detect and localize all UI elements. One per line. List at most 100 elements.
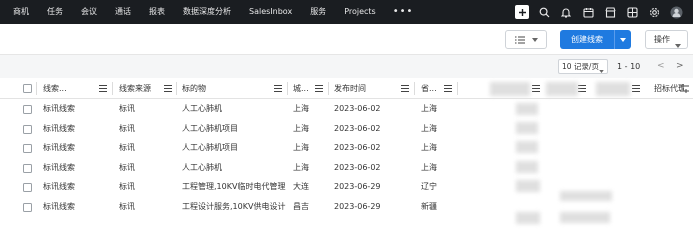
cell-subject: 人工心肺机项目	[182, 123, 238, 133]
column-settings-icon[interactable]	[680, 84, 689, 93]
cell-province: 上海	[421, 162, 437, 172]
select-all-checkbox[interactable]	[23, 84, 32, 93]
create-lead-dropdown[interactable]	[614, 30, 631, 49]
add-icon[interactable]	[511, 0, 533, 24]
column-header-lead-name[interactable]: 线索...	[43, 78, 93, 99]
cell-province: 上海	[421, 143, 437, 152]
view-switcher-button[interactable]	[505, 30, 547, 49]
create-lead-group: 创建线索	[560, 30, 631, 49]
redacted-cell	[516, 161, 538, 173]
column-header-lead-source[interactable]: 线索来源	[119, 78, 169, 99]
nav-item-reports[interactable]: 报表	[140, 0, 174, 24]
redacted-cell	[516, 103, 538, 115]
cell-subject: 工程设计服务,10KV供电设计	[182, 201, 286, 211]
column-divider	[457, 82, 458, 95]
table-row[interactable]: 标讯线索 标讯 人工心肺机项目 上海 2023-06-02 上海	[0, 119, 693, 139]
nav-item-salesinbox[interactable]: SalesInbox	[240, 0, 301, 24]
cell-lead-name[interactable]: 标讯线索	[43, 177, 75, 197]
column-menu-icon[interactable]	[99, 85, 107, 92]
nav-item-tasks[interactable]: 任务	[38, 0, 72, 24]
row-checkbox[interactable]	[23, 163, 32, 173]
cell-lead-name[interactable]: 标讯线索	[43, 119, 75, 139]
nav-items: 商机 任务 会议 通话 报表 数据深度分析 SalesInbox 服务 Proj…	[0, 0, 421, 24]
cell-city: 上海	[293, 123, 309, 133]
table-row[interactable]: 标讯线索 标讯 人工心肺机项目 上海 2023-06-02 上海	[0, 138, 693, 158]
cell-lead-name[interactable]: 标讯线索	[43, 138, 75, 158]
per-page-value: 10 记录/页	[562, 62, 599, 71]
cell-publish-time: 2023-06-02	[334, 104, 381, 113]
row-checkbox[interactable]	[23, 105, 32, 114]
table-row[interactable]: 标讯线索 标讯 人工心肺机 上海 2023-06-02 上海	[0, 158, 693, 178]
column-divider	[328, 82, 329, 95]
row-checkbox[interactable]	[23, 183, 32, 192]
previous-page-button[interactable]: <	[657, 59, 665, 74]
next-page-button[interactable]: >	[676, 59, 684, 74]
create-lead-button[interactable]: 创建线索	[560, 30, 614, 49]
store-icon[interactable]	[599, 0, 621, 24]
chevron-down-icon	[675, 37, 681, 54]
cell-lead-source: 标讯	[119, 123, 135, 133]
row-checkbox[interactable]	[23, 144, 32, 153]
settings-icon[interactable]	[643, 0, 665, 24]
column-divider	[414, 82, 415, 95]
column-header-city[interactable]: 城...	[293, 78, 313, 99]
search-icon[interactable]	[533, 0, 555, 24]
pagination-bar: 10 记录/页 1 - 10 < >	[0, 55, 693, 78]
calendar-icon[interactable]	[577, 0, 599, 24]
avatar-icon[interactable]	[665, 0, 687, 24]
cell-lead-name[interactable]: 标讯线索	[43, 197, 75, 217]
nav-item-services[interactable]: 服务	[301, 0, 335, 24]
redacted-cell	[516, 212, 540, 224]
cell-subject: 人工心肺机项目	[182, 143, 238, 152]
table-row[interactable]: 标讯线索 标讯 人工心肺机 上海 2023-06-02 上海	[0, 99, 693, 119]
redacted-header-block	[546, 82, 578, 96]
record-range: 1 - 10	[617, 62, 641, 71]
nav-item-deals[interactable]: 商机	[4, 0, 38, 24]
list-view-icon	[514, 36, 525, 43]
column-menu-icon[interactable]	[444, 85, 452, 92]
column-menu-icon[interactable]	[315, 85, 323, 92]
bell-icon[interactable]	[555, 0, 577, 24]
nav-item-projects[interactable]: Projects	[335, 0, 385, 24]
column-menu-icon[interactable]	[578, 85, 586, 92]
actions-button[interactable]: 操作	[645, 30, 688, 49]
cell-publish-time: 2023-06-02	[334, 162, 381, 172]
column-menu-icon[interactable]	[532, 85, 540, 92]
cell-lead-name[interactable]: 标讯线索	[43, 99, 75, 119]
cell-lead-source: 标讯	[119, 162, 135, 172]
nav-item-calls[interactable]: 通话	[106, 0, 140, 24]
cell-publish-time: 2023-06-02	[334, 123, 381, 133]
cell-city: 昌吉	[293, 201, 309, 211]
nav-more-button[interactable]: •••	[385, 2, 422, 22]
column-header-subject[interactable]: 标的物	[182, 78, 262, 99]
column-menu-icon[interactable]	[632, 85, 640, 92]
column-divider	[36, 82, 37, 95]
row-checkbox[interactable]	[23, 202, 32, 212]
redacted-header-block	[490, 82, 530, 96]
cell-lead-source: 标讯	[119, 182, 135, 191]
column-menu-icon[interactable]	[401, 85, 409, 92]
column-menu-icon[interactable]	[164, 85, 172, 92]
cell-city: 大连	[293, 182, 309, 191]
column-header-province[interactable]: 省...	[421, 78, 441, 99]
column-menu-icon[interactable]	[274, 85, 282, 92]
chevron-down-icon	[599, 64, 604, 77]
nav-item-analytics[interactable]: 数据深度分析	[174, 0, 240, 24]
cell-province: 新疆	[421, 201, 437, 211]
cell-lead-source: 标讯	[119, 143, 135, 152]
actions-label: 操作	[654, 35, 670, 44]
row-checkbox[interactable]	[23, 124, 32, 134]
cell-subject: 工程管理,10KV临时电代管理	[182, 182, 286, 191]
cell-lead-source: 标讯	[119, 104, 135, 113]
nav-icons	[511, 0, 687, 24]
cell-publish-time: 2023-06-29	[334, 182, 381, 191]
cell-lead-name[interactable]: 标讯线索	[43, 158, 75, 178]
redacted-cell	[516, 122, 538, 134]
per-page-select[interactable]: 10 记录/页	[558, 59, 608, 74]
nav-item-meetings[interactable]: 会议	[72, 0, 106, 24]
grid-icon[interactable]	[621, 0, 643, 24]
cell-subject: 人工心肺机	[182, 104, 222, 113]
cell-province: 辽宁	[421, 182, 437, 191]
chevron-down-icon	[531, 37, 538, 42]
column-header-publish-time[interactable]: 发布时间	[334, 78, 394, 99]
